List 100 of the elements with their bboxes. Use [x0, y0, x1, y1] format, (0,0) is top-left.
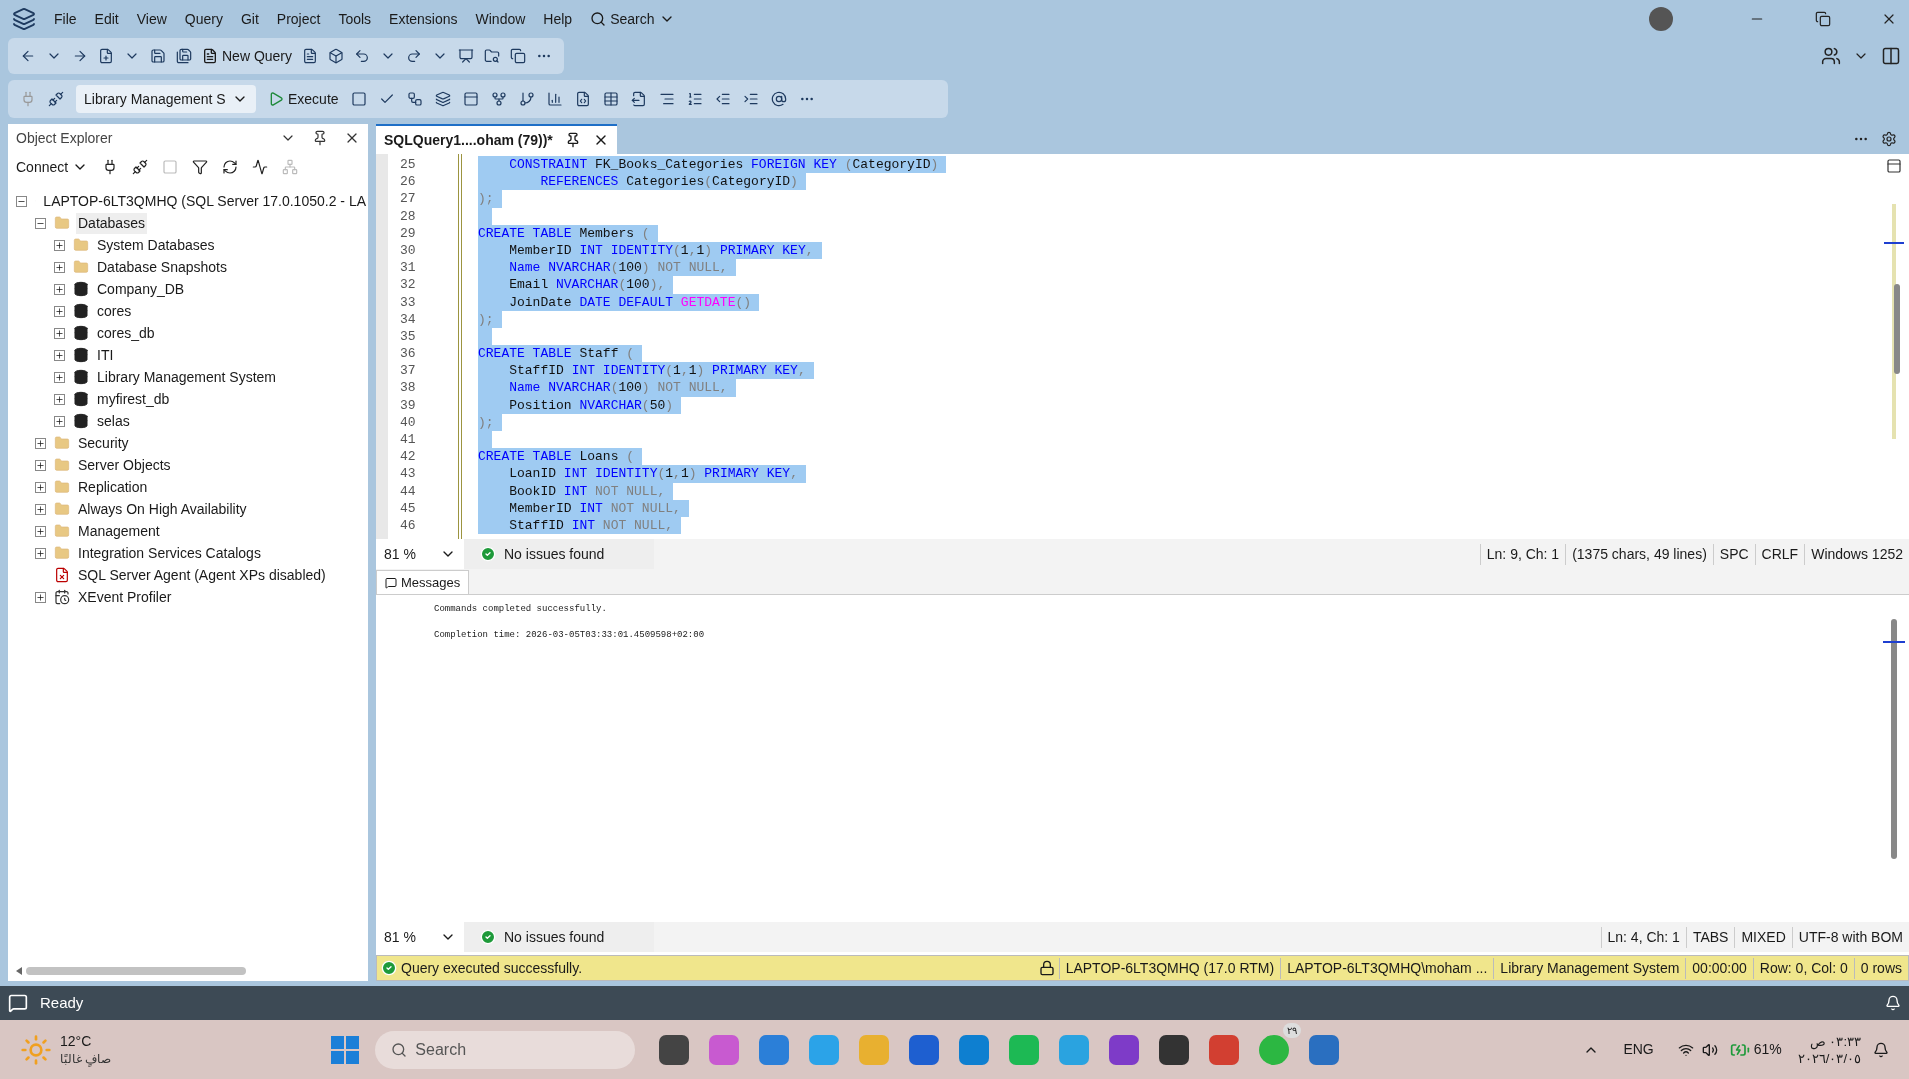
avatar[interactable]: [1649, 7, 1673, 31]
plan-icon[interactable]: [406, 91, 423, 107]
pin-icon[interactable]: [312, 130, 328, 146]
taskbar-search[interactable]: Search: [375, 1030, 636, 1069]
tree-item[interactable]: Library Management System: [95, 366, 278, 388]
tree-item[interactable]: System Databases: [95, 234, 217, 256]
zoom-dropdown[interactable]: 81 %: [376, 539, 464, 569]
expand-toggle[interactable]: [54, 283, 65, 295]
tree-item[interactable]: Database Snapshots: [95, 256, 229, 278]
layout-icon[interactable]: [1881, 46, 1901, 66]
file-output-icon[interactable]: [630, 91, 647, 107]
app-icon[interactable]: [909, 1034, 940, 1065]
indent-icon[interactable]: [742, 91, 759, 107]
expand-toggle[interactable]: [54, 261, 65, 273]
menu-item[interactable]: View: [136, 8, 167, 30]
tree-item[interactable]: ITI: [95, 344, 116, 366]
outdent-icon[interactable]: [714, 91, 731, 107]
list-icon[interactable]: [686, 91, 703, 107]
activity-icon[interactable]: [252, 159, 269, 175]
tree-item[interactable]: selas: [95, 410, 132, 432]
notification-icon[interactable]: [1885, 995, 1901, 1011]
disconnect-icon[interactable]: [132, 159, 149, 175]
scroll-thumb[interactable]: [1891, 619, 1897, 859]
settings-icon[interactable]: [1881, 131, 1897, 147]
unplug-icon[interactable]: [48, 91, 64, 107]
align-icon[interactable]: [658, 91, 675, 107]
bar-chart-icon[interactable]: [546, 91, 563, 107]
editor-tab[interactable]: SQLQuery1....oham (79))*: [376, 124, 617, 154]
output-icon[interactable]: [8, 993, 28, 1013]
expand-toggle[interactable]: [54, 415, 65, 427]
chart-icon[interactable]: [458, 48, 475, 64]
menu-item[interactable]: File: [54, 8, 77, 30]
clock-time[interactable]: ٠٣:٣٣ ص: [1809, 1032, 1861, 1050]
expand-toggle[interactable]: [54, 349, 65, 361]
refresh-icon[interactable]: [222, 159, 239, 175]
scrollbar[interactable]: [26, 967, 246, 975]
cube-icon[interactable]: [328, 48, 345, 64]
tree-item[interactable]: Management: [76, 520, 162, 542]
expand-toggle[interactable]: [54, 239, 65, 251]
tree-item[interactable]: Databases: [76, 212, 147, 234]
stop-icon[interactable]: [350, 91, 367, 107]
expand-toggle[interactable]: [35, 591, 46, 603]
menu-item[interactable]: Extensions: [389, 8, 458, 30]
tree-item[interactable]: cores_db: [95, 322, 157, 344]
notification-icon[interactable]: [1873, 1041, 1889, 1058]
menu-item[interactable]: Git: [240, 8, 259, 30]
tree-item[interactable]: Security: [76, 432, 131, 454]
tree-item[interactable]: cores: [95, 300, 134, 322]
share-icon[interactable]: [1821, 46, 1841, 66]
restore-icon[interactable]: [1815, 11, 1831, 27]
tree-item[interactable]: SQL Server Agent (Agent XPs disabled): [76, 564, 328, 586]
app-icon[interactable]: [1159, 1034, 1190, 1065]
collapse-toggle[interactable]: [35, 217, 46, 229]
tree-item[interactable]: Replication: [76, 476, 150, 498]
connect-dropdown[interactable]: Connect: [16, 156, 89, 178]
expand-toggle[interactable]: [35, 503, 46, 515]
expand-toggle[interactable]: [35, 547, 46, 559]
tree-item[interactable]: Server Objects: [76, 454, 173, 476]
expand-toggle[interactable]: [35, 437, 46, 449]
copy-icon[interactable]: [510, 48, 527, 64]
undo-icon[interactable]: [354, 48, 371, 64]
back-icon[interactable]: [20, 48, 36, 64]
tree-item[interactable]: XEvent Profiler: [76, 586, 174, 608]
messages-tab[interactable]: Messages: [376, 570, 470, 594]
expand-toggle[interactable]: [54, 327, 65, 339]
database-dropdown[interactable]: Library Management S: [76, 85, 256, 113]
app-icon[interactable]: [1109, 1034, 1140, 1065]
menu-item[interactable]: Project: [276, 8, 321, 30]
tree-item[interactable]: Company_DB: [95, 278, 187, 300]
panel-icon[interactable]: [462, 91, 479, 107]
execute-button[interactable]: Execute: [268, 88, 339, 110]
menu-item[interactable]: Help: [543, 8, 573, 30]
redo-icon[interactable]: [406, 48, 423, 64]
volume-icon[interactable]: [1701, 1041, 1718, 1058]
document-icon[interactable]: [302, 48, 319, 64]
scroll-thumb[interactable]: [1894, 284, 1900, 374]
save-all-icon[interactable]: [176, 48, 192, 64]
grid-icon[interactable]: [602, 91, 619, 107]
expand-toggle[interactable]: [35, 459, 46, 471]
menu-item[interactable]: Query: [184, 8, 223, 30]
language-indicator[interactable]: ENG: [1623, 1039, 1654, 1060]
save-icon[interactable]: [150, 48, 166, 64]
at-icon[interactable]: [770, 91, 787, 107]
expand-toggle[interactable]: [54, 305, 65, 317]
search-menu[interactable]: Search: [590, 8, 675, 30]
tree-item[interactable]: LAPTOP-6LT3QMHQ (SQL Server 17.0.1050.2 - LA: [41, 190, 368, 212]
expand-toggle[interactable]: [54, 393, 65, 405]
start-icon[interactable]: [331, 1035, 360, 1064]
filter-icon[interactable]: [192, 159, 209, 175]
scroll-left-icon[interactable]: [16, 967, 22, 975]
layers-icon[interactable]: [434, 91, 451, 107]
tree-item[interactable]: Integration Services Catalogs: [76, 542, 263, 564]
menu-item[interactable]: Edit: [94, 8, 119, 30]
tree-item[interactable]: myfirest_db: [95, 388, 172, 410]
expand-toggle[interactable]: [54, 371, 65, 383]
file-icon[interactable]: [574, 91, 591, 107]
expand-toggle[interactable]: [35, 525, 46, 537]
split-icon[interactable]: [1886, 158, 1902, 174]
folder-search-icon[interactable]: [484, 48, 501, 64]
app-icon[interactable]: [659, 1034, 690, 1065]
